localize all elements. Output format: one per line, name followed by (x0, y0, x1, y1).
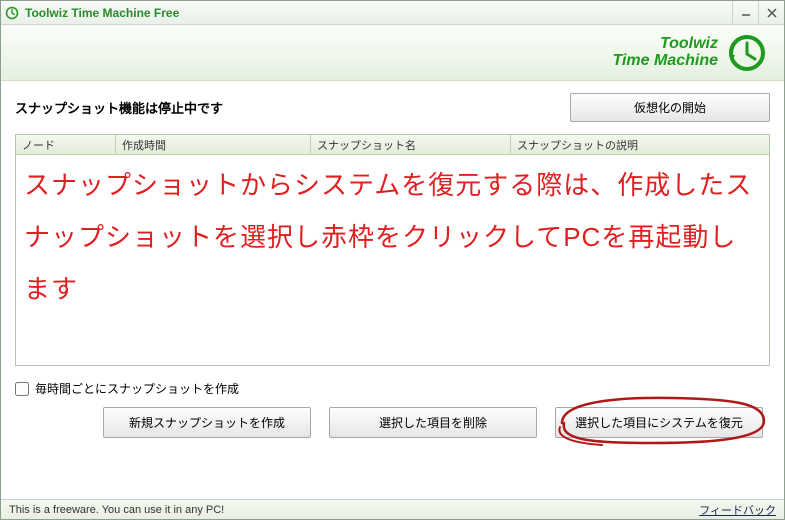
delete-selected-button[interactable]: 選択した項目を削除 (329, 407, 537, 438)
table-header: ノード 作成時間 スナップショット名 スナップショットの説明 (16, 135, 769, 155)
start-virtualization-button[interactable]: 仮想化の開始 (570, 93, 770, 122)
app-icon (5, 6, 19, 20)
hourly-snapshot-checkbox[interactable] (15, 382, 29, 396)
hourly-snapshot-label: 毎時間ごとにスナップショットを作成 (35, 380, 239, 397)
col-desc[interactable]: スナップショットの説明 (511, 135, 769, 154)
titlebar: Toolwiz Time Machine Free (1, 1, 784, 25)
feedback-link[interactable]: フィードバック (699, 502, 776, 518)
annotation-overlay: スナップショットからシステムを復元する際は、作成したスナップショットを選択し赤枠… (24, 159, 761, 315)
action-button-row: 新規スナップショットを作成 選択した項目を削除 選択した項目にシステムを復元 (15, 407, 770, 438)
restore-system-button[interactable]: 選択した項目にシステムを復元 (555, 407, 763, 438)
footer-bar: This is a freeware. You can use it in an… (1, 499, 784, 519)
brand-line2: Time Machine (612, 53, 718, 70)
col-created[interactable]: 作成時間 (116, 135, 311, 154)
col-name[interactable]: スナップショット名 (311, 135, 511, 154)
content-area: スナップショット機能は停止中です 仮想化の開始 ノード 作成時間 スナップショッ… (1, 81, 784, 499)
status-row: スナップショット機能は停止中です 仮想化の開始 (15, 93, 770, 122)
brand-logo-icon (726, 32, 768, 74)
hourly-snapshot-row[interactable]: 毎時間ごとにスナップショットを作成 (15, 380, 770, 397)
brand-line1: Toolwiz (612, 36, 718, 53)
status-text: スナップショット機能は停止中です (15, 98, 223, 117)
app-window: Toolwiz Time Machine Free Toolwiz Time M… (0, 0, 785, 520)
window-controls (732, 1, 784, 24)
col-node[interactable]: ノード (16, 135, 116, 154)
window-title: Toolwiz Time Machine Free (25, 6, 179, 20)
brand-text: Toolwiz Time Machine (612, 36, 718, 70)
close-button[interactable] (758, 1, 784, 24)
header-bar: Toolwiz Time Machine (1, 25, 784, 81)
freeware-notice: This is a freeware. You can use it in an… (9, 504, 224, 516)
minimize-button[interactable] (732, 1, 758, 24)
create-snapshot-button[interactable]: 新規スナップショットを作成 (103, 407, 311, 438)
snapshot-table: ノード 作成時間 スナップショット名 スナップショットの説明 スナップショットか… (15, 134, 770, 366)
